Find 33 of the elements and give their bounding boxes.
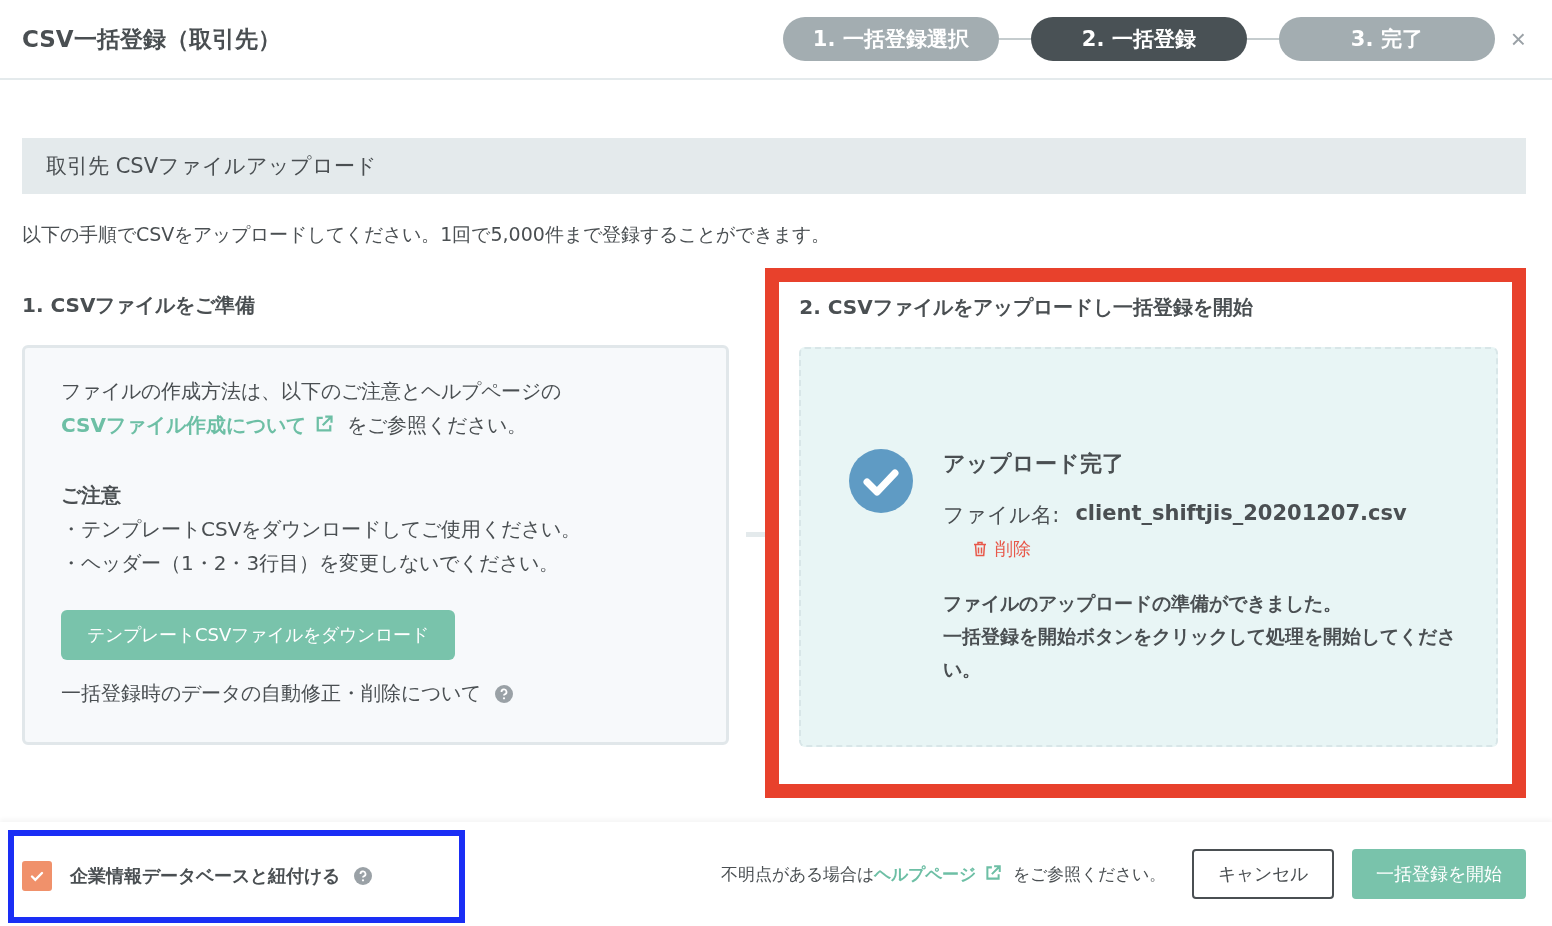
note-text: ・ヘッダー（1・2・3行目）を変更しないでください。 [61,550,561,577]
checkbox[interactable] [22,861,52,891]
upload-status: アップロード完了 [943,450,1126,478]
cancel-button[interactable]: キャンセル [1192,849,1334,899]
help-text: 不明点がある場合はヘルプページ をご参照ください。 [721,862,1166,886]
help-icon[interactable] [495,684,513,703]
dialog-title: CSV一括登録（取引先） [22,24,282,54]
intro-text: 以下の手順でCSVをアップロードしてください。1回で5,000件まで登録することができます。 [22,222,831,247]
step-pill: 3. 完了 [1278,17,1495,61]
step-pill: 2. 一括登録 [1030,17,1247,61]
help-link[interactable]: CSVファイル作成について [61,413,334,437]
delete-button[interactable]: 削除 [973,537,1032,561]
upload-message: 一括登録を開始ボタンをクリックして処理を開始してください。 [943,624,1458,682]
file-label: ファイル名: [943,502,1060,529]
submit-button[interactable]: 一括登録を開始 [1352,849,1526,899]
note-text: ・テンプレートCSVをダウンロードしてご使用ください。 [61,516,583,543]
checkbox-label: 企業情報データベースと紐付ける [70,864,340,888]
trash-icon [973,541,988,557]
step-pill: 1. 一括登録選択 [782,17,999,61]
notes-heading: ご注意 [61,482,122,509]
help-icon[interactable] [354,867,372,885]
file-name: client_shiftjis_20201207.csv [1075,501,1407,527]
upload-message: ファイルのアップロードの準備ができました。 [943,591,1344,616]
instruction-text: ファイルの作成方法は、以下のご注意とヘルプページの CSVファイル作成について をご参照ください。 [61,378,562,439]
close-button[interactable]: × [1506,23,1530,55]
auto-fix-label: 一括登録時のデータの自動修正・削除について [61,680,481,707]
check-circle-icon [849,449,914,513]
step-heading: 2. CSVファイルをアップロードし一括登録を開始 [799,294,1254,321]
section-title: 取引先 CSVファイルアップロード [22,138,1526,194]
step-heading: 1. CSVファイルをご準備 [22,292,257,319]
external-link-icon [984,863,1003,882]
help-link[interactable]: ヘルプページ [874,863,1003,884]
download-button[interactable]: テンプレートCSVファイルをダウンロード [61,610,456,660]
